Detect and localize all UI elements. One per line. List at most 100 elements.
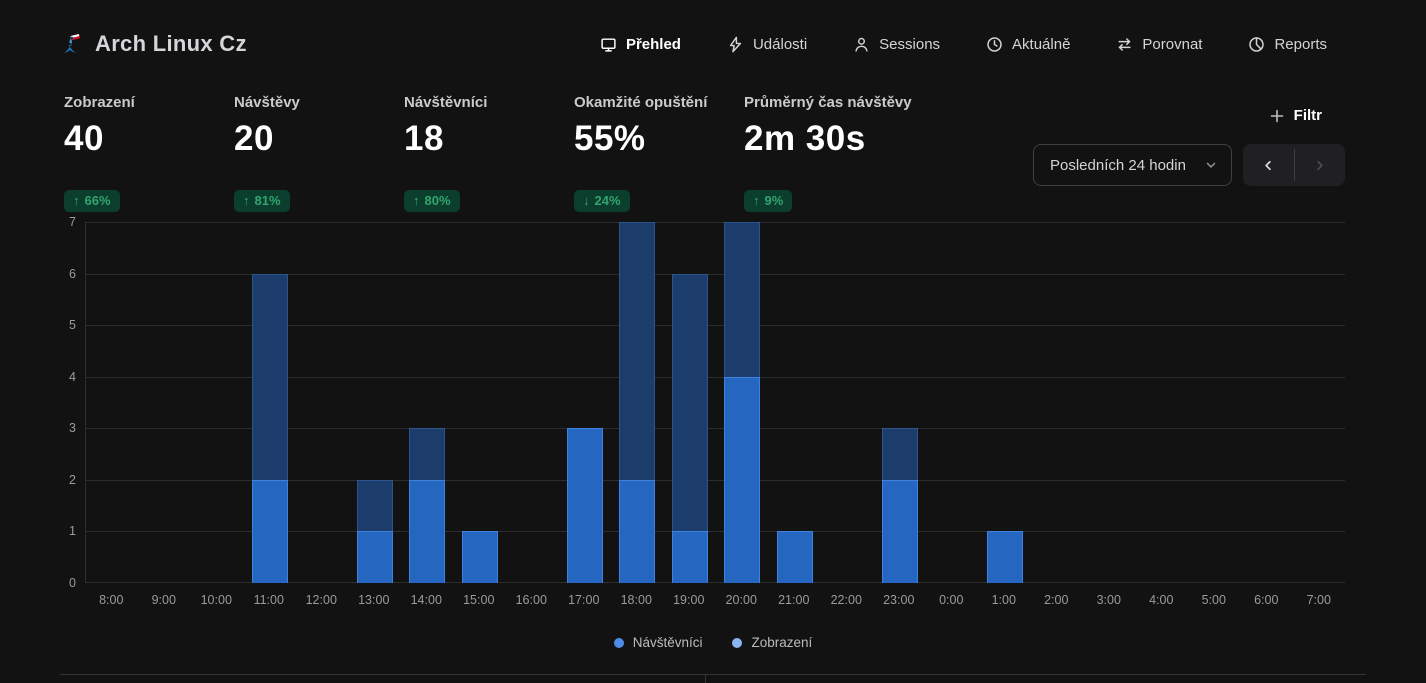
gridline-y7: [86, 222, 1345, 223]
chart-legend: Návštěvníci Zobrazení: [0, 635, 1426, 650]
pie-chart-icon: [1248, 36, 1265, 53]
nav-item-label: Sessions: [879, 36, 940, 53]
bar-visitors-1800[interactable]: [619, 480, 655, 583]
x-axis-label: 19:00: [663, 593, 716, 607]
date-range-select[interactable]: Posledních 24 hodin: [1033, 144, 1232, 186]
bar-visitors-1400[interactable]: [409, 480, 445, 583]
chart-x-axis: 8:009:0010:0011:0012:0013:0014:0015:0016…: [85, 593, 1345, 607]
legend-dot-icon: [614, 638, 624, 648]
stat-change-badge: ↑ 80%: [404, 190, 460, 212]
stat-value: 55%: [574, 119, 744, 159]
chevron-down-icon: [1204, 158, 1218, 172]
x-axis-label: 2:00: [1030, 593, 1083, 607]
bar-visitors-1500[interactable]: [462, 531, 498, 583]
stat-label: Okamžité opuštění: [574, 94, 744, 111]
y-axis-label: 2: [69, 473, 76, 487]
stat-label: Návštěvníci: [404, 94, 574, 111]
bottom-panels: [60, 674, 1366, 683]
bar-visitors-1700[interactable]: [567, 428, 603, 583]
lightning-icon: [727, 36, 744, 53]
x-axis-label: 0:00: [925, 593, 978, 607]
stat-change-value: 80%: [425, 193, 451, 208]
date-controls: Posledních 24 hodin: [1033, 144, 1345, 186]
chevron-left-icon: [1261, 158, 1276, 173]
nav-item-label: Reports: [1274, 36, 1327, 53]
nav-item-label: Přehled: [626, 36, 681, 53]
x-axis-label: 1:00: [978, 593, 1031, 607]
bar-visitors-100[interactable]: [987, 531, 1023, 583]
arrow-up-icon: ↑: [243, 193, 250, 208]
chart-plot-area: 01234567: [85, 222, 1345, 583]
x-axis-label: 23:00: [873, 593, 926, 607]
site-title: Arch Linux Cz: [95, 31, 247, 57]
legend-label: Návštěvníci: [633, 635, 703, 650]
x-axis-label: 12:00: [295, 593, 348, 607]
stat-change-value: 24%: [595, 193, 621, 208]
next-period-button[interactable]: [1295, 144, 1346, 186]
site-logo-icon: [60, 32, 84, 56]
stat-value: 18: [404, 119, 574, 159]
nav-item-prehled[interactable]: Přehled: [600, 36, 681, 53]
bar-visitors-2000[interactable]: [724, 377, 760, 583]
x-axis-label: 7:00: [1293, 593, 1346, 607]
x-axis-label: 13:00: [348, 593, 401, 607]
legend-item-zobrazen[interactable]: Zobrazení: [732, 635, 812, 650]
legend-label: Zobrazení: [751, 635, 812, 650]
nav-item-udalosti[interactable]: Události: [727, 36, 807, 53]
filter-label: Filtr: [1294, 107, 1322, 124]
x-axis-label: 15:00: [453, 593, 506, 607]
chevron-right-icon: [1312, 158, 1327, 173]
header: Arch Linux Cz Přehled Události Sessions Akt…: [0, 0, 1426, 88]
nav-item-reports[interactable]: Reports: [1248, 36, 1327, 53]
bar-visitors-2100[interactable]: [777, 531, 813, 583]
x-axis-label: 5:00: [1188, 593, 1241, 607]
monitor-icon: [600, 36, 617, 53]
x-axis-label: 8:00: [85, 593, 138, 607]
nav-item-sessions[interactable]: Sessions: [853, 36, 940, 53]
stat-change-badge: ↑9%: [744, 190, 792, 212]
bar-visitors-2300[interactable]: [882, 480, 918, 583]
stat-label: Průměrný čas návštěvy: [744, 94, 914, 111]
x-axis-label: 17:00: [558, 593, 611, 607]
nav-item-label: Porovnat: [1142, 36, 1202, 53]
arrow-up-icon: ↑: [413, 193, 420, 208]
stat-zobrazeni: Zobrazení40↑66%: [64, 94, 234, 212]
stat-change-badge: ↓24%: [574, 190, 630, 212]
legend-item-nvtvnci[interactable]: Návštěvníci: [614, 635, 703, 650]
stat-change-value: 81%: [255, 193, 281, 208]
nav-item-porovnat[interactable]: Porovnat: [1116, 36, 1202, 53]
person-icon: [853, 36, 870, 53]
x-axis-label: 18:00: [610, 593, 663, 607]
x-axis-label: 21:00: [768, 593, 821, 607]
legend-dot-icon: [732, 638, 742, 648]
y-axis-label: 3: [69, 421, 76, 435]
x-axis-label: 10:00: [190, 593, 243, 607]
panel-divider: [705, 675, 706, 683]
bar-visitors-1300[interactable]: [357, 531, 393, 583]
stat-change-value: 9%: [765, 193, 784, 208]
x-axis-label: 4:00: [1135, 593, 1188, 607]
stat-navstevnici: Návštěvníci 18 ↑ 80%: [404, 94, 574, 212]
x-axis-label: 20:00: [715, 593, 768, 607]
stat-value: 20: [234, 119, 404, 159]
y-axis-label: 1: [69, 524, 76, 538]
stat-label: Návštěvy: [234, 94, 404, 111]
y-axis-label: 0: [69, 576, 76, 590]
y-axis-label: 4: [69, 370, 76, 384]
stat-okamzite-opusteni: Okamžité opuštění 55% ↓24%: [574, 94, 744, 212]
x-axis-label: 6:00: [1240, 593, 1293, 607]
nav-item-aktualne[interactable]: Aktuálně: [986, 36, 1070, 53]
filter-button[interactable]: Filtr: [1263, 106, 1328, 125]
previous-period-button[interactable]: [1243, 144, 1294, 186]
y-axis-label: 7: [69, 215, 76, 229]
bar-visitors-1900[interactable]: [672, 531, 708, 583]
stat-prumerny-cas: Průměrný čas návštěvy2m 30s↑9%: [744, 94, 914, 212]
x-axis-label: 16:00: [505, 593, 558, 607]
main-nav: Přehled Události Sessions Aktuálně Porovnat R…: [600, 36, 1327, 53]
stat-label: Zobrazení: [64, 94, 234, 111]
x-axis-label: 3:00: [1083, 593, 1136, 607]
x-axis-label: 9:00: [138, 593, 191, 607]
stat-change-badge: ↑ 81%: [234, 190, 290, 212]
compare-arrows-icon: [1116, 36, 1133, 53]
bar-visitors-1100[interactable]: [252, 480, 288, 583]
